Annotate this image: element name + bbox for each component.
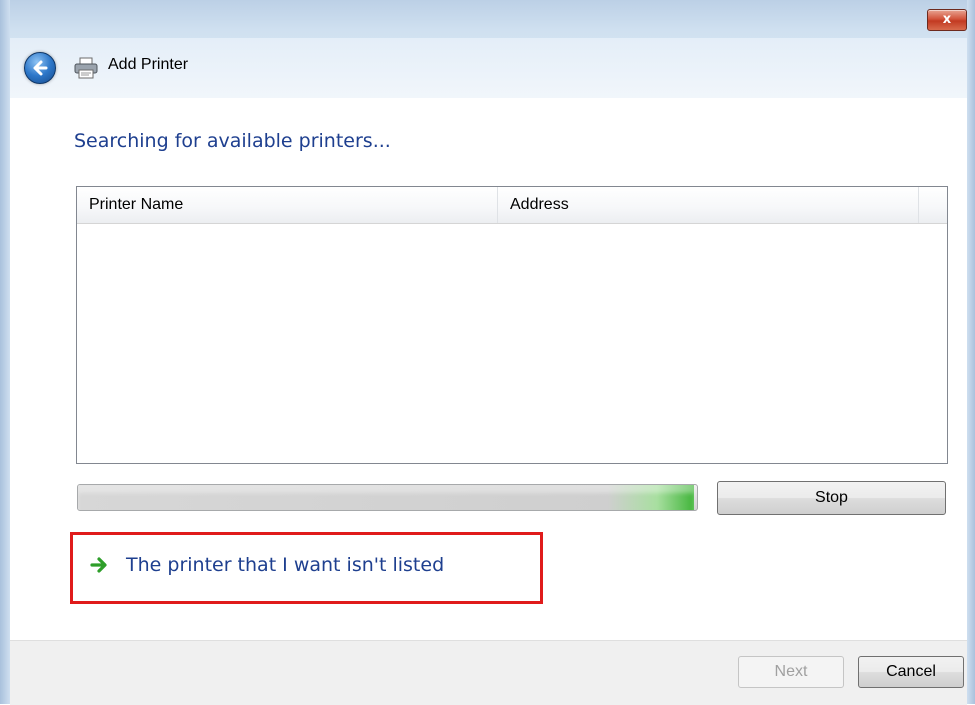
search-progress-bar bbox=[77, 484, 698, 511]
cancel-button[interactable]: Cancel bbox=[858, 656, 964, 688]
close-button[interactable]: x bbox=[927, 9, 967, 31]
printer-icon bbox=[74, 57, 98, 79]
window-frame-left bbox=[0, 0, 10, 704]
stop-button[interactable]: Stop bbox=[717, 481, 946, 515]
column-header-address[interactable]: Address bbox=[498, 187, 919, 223]
page-heading: Searching for available printers... bbox=[74, 130, 391, 152]
next-button[interactable]: Next bbox=[738, 656, 844, 688]
list-header: Printer Name Address bbox=[77, 187, 947, 224]
column-header-printer-name[interactable]: Printer Name bbox=[77, 187, 498, 223]
column-header-extra[interactable] bbox=[919, 187, 947, 223]
dialog-content: Searching for available printers... Prin… bbox=[10, 98, 967, 640]
printer-not-listed-label[interactable]: The printer that I want isn't listed bbox=[126, 554, 444, 576]
back-button[interactable] bbox=[24, 52, 56, 84]
dialog-footer: Next Cancel bbox=[10, 640, 967, 705]
progress-fill bbox=[78, 485, 694, 510]
close-icon: x bbox=[942, 12, 952, 27]
printer-list[interactable]: Printer Name Address bbox=[76, 186, 948, 464]
back-arrow-icon bbox=[33, 60, 48, 76]
dialog-title: Add Printer bbox=[108, 56, 189, 73]
printer-not-listed-link[interactable]: The printer that I want isn't listed bbox=[90, 554, 444, 576]
green-arrow-icon bbox=[90, 557, 107, 573]
window-frame-right bbox=[967, 0, 975, 704]
dialog-header: Add Printer bbox=[10, 38, 967, 98]
